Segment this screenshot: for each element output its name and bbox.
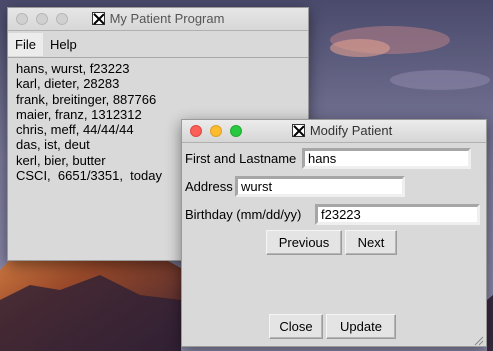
name-label: First and Lastname	[185, 151, 297, 166]
birthday-label: Birthday (mm/dd/yy)	[185, 207, 302, 222]
x11-icon	[91, 12, 105, 25]
menubar: File Help	[8, 31, 308, 58]
main-window-titlebar[interactable]: My Patient Program	[8, 8, 308, 31]
menu-help[interactable]: Help	[43, 33, 84, 56]
update-button[interactable]: Update	[326, 314, 396, 339]
birthday-field[interactable]: f23223	[315, 204, 480, 225]
modify-window-titlebar[interactable]: Modify Patient	[182, 120, 486, 143]
list-item[interactable]: frank, breitinger, 887766	[16, 92, 300, 107]
x11-icon	[291, 124, 305, 137]
name-field[interactable]: hans	[302, 148, 471, 169]
resize-grip-icon[interactable]	[472, 334, 484, 346]
menu-file[interactable]: File	[8, 32, 43, 56]
address-label: Address	[185, 179, 233, 194]
next-button[interactable]: Next	[345, 230, 397, 255]
modify-patient-window: Modify Patient First and Lastname hans A…	[181, 119, 487, 347]
modify-form: First and Lastname hans Address wurst Bi…	[182, 143, 486, 348]
previous-button[interactable]: Previous	[266, 230, 342, 255]
main-window-title: My Patient Program	[109, 11, 225, 26]
list-item[interactable]: hans, wurst, f23223	[16, 61, 300, 76]
close-button[interactable]: Close	[269, 314, 323, 339]
address-field[interactable]: wurst	[235, 176, 405, 197]
modify-window-title: Modify Patient	[309, 123, 393, 138]
list-item[interactable]: karl, dieter, 28283	[16, 76, 300, 91]
